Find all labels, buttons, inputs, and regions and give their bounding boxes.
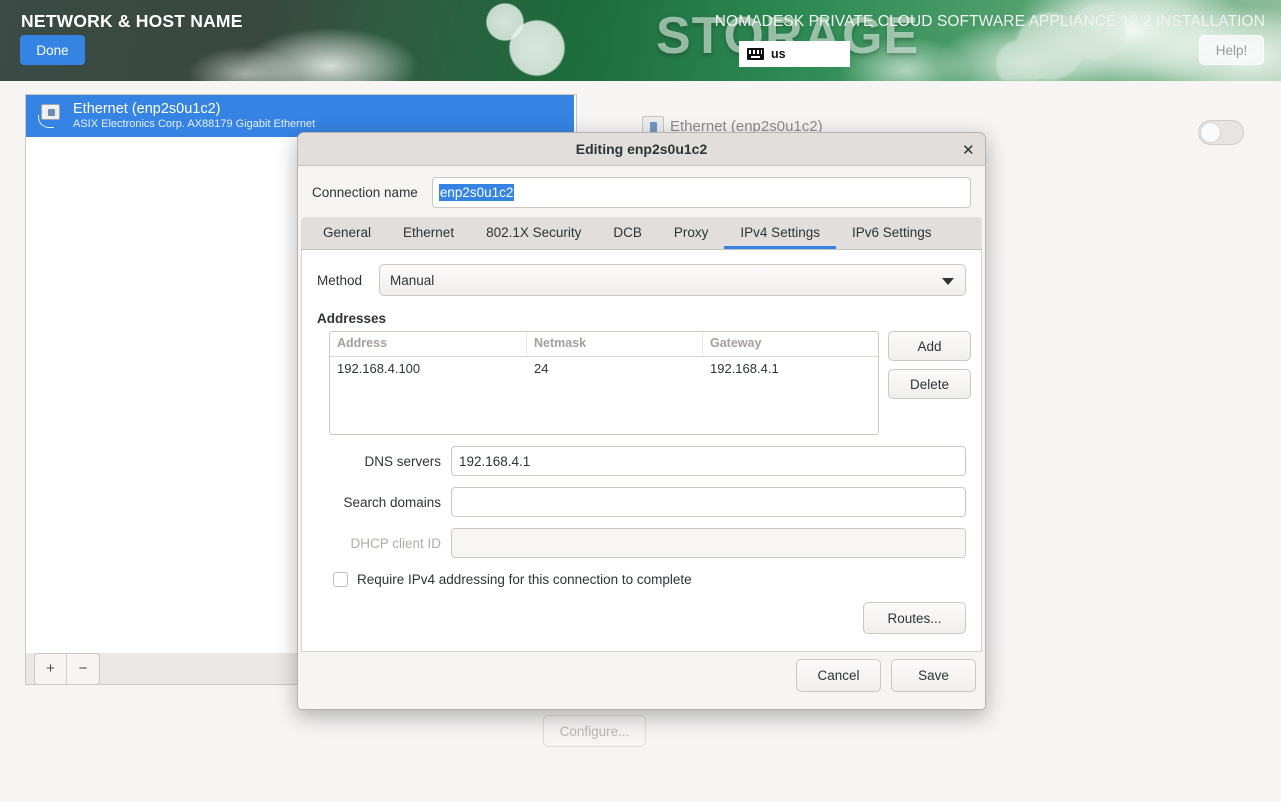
configure-button[interactable]: Configure...: [543, 715, 646, 747]
column-header-gateway: Gateway: [710, 336, 762, 350]
close-icon[interactable]: ✕: [956, 140, 975, 159]
connection-name-value: enp2s0u1c2: [438, 184, 515, 201]
installer-banner: STORAGE NETWORK & HOST NAME NOMADESK PRI…: [0, 0, 1281, 81]
keyboard-layout-indicator[interactable]: us: [739, 41, 850, 67]
dialog-title: Editing enp2s0u1c2: [575, 141, 708, 157]
column-header-netmask: Netmask: [527, 332, 703, 356]
method-row: Method Manual: [302, 250, 981, 296]
routes-button[interactable]: Routes...: [863, 602, 966, 634]
ethernet-icon: [38, 103, 63, 129]
dialog-titlebar: Editing enp2s0u1c2 ✕: [298, 133, 985, 166]
page-title: NETWORK & HOST NAME: [21, 11, 243, 31]
tab-ethernet[interactable]: Ethernet: [387, 217, 470, 249]
dhcp-client-id-row: DHCP client ID: [302, 528, 981, 558]
method-select[interactable]: Manual: [379, 264, 966, 296]
addresses-heading: Addresses: [317, 311, 387, 326]
edit-connection-dialog: Editing enp2s0u1c2 ✕ Connection name enp…: [297, 132, 986, 710]
require-ipv4-row[interactable]: Require IPv4 addressing for this connect…: [302, 572, 981, 587]
tab-general[interactable]: General: [307, 217, 387, 249]
cancel-button[interactable]: Cancel: [796, 658, 881, 692]
addresses-area: Address Netmask Gateway 192.168.4.100 24…: [302, 331, 981, 435]
tab-dcb[interactable]: DCB: [597, 217, 658, 249]
tab-proxy[interactable]: Proxy: [658, 217, 725, 249]
device-name: Ethernet (enp2s0u1c2): [73, 101, 221, 118]
connection-name-row: Connection name enp2s0u1c2: [298, 166, 985, 217]
addresses-buttons: Add Delete: [888, 331, 971, 435]
add-device-button[interactable]: +: [35, 653, 67, 684]
connection-name-label: Connection name: [312, 185, 418, 200]
bottom-spacer: [0, 786, 1281, 802]
method-label: Method: [317, 272, 363, 288]
search-domains-input[interactable]: [451, 487, 966, 517]
dialog-footer: Cancel Save: [298, 641, 985, 709]
add-address-button[interactable]: Add: [888, 331, 971, 361]
dns-servers-label: DNS servers: [364, 453, 441, 469]
dhcp-client-id-input: [451, 528, 966, 558]
addresses-table[interactable]: Address Netmask Gateway 192.168.4.100 24…: [329, 331, 879, 435]
column-header-address: Address: [330, 332, 527, 356]
routes-row: Routes...: [302, 602, 981, 634]
delete-address-button[interactable]: Delete: [888, 369, 971, 399]
search-domains-row: Search domains: [302, 487, 981, 517]
keyboard-layout-label: us: [771, 47, 786, 61]
dialog-tabbar: General Ethernet 802.1X Security DCB Pro…: [301, 217, 982, 250]
save-button[interactable]: Save: [891, 658, 976, 692]
toggle-knob: [1200, 122, 1221, 143]
chevron-down-icon: [942, 278, 954, 285]
tab-8021x-security[interactable]: 802.1X Security: [470, 217, 597, 249]
cell-gateway: 192.168.4.1: [710, 361, 779, 376]
addresses-table-header: Address Netmask Gateway: [330, 332, 878, 357]
cell-address: 192.168.4.100: [337, 361, 421, 376]
cell-netmask: 24: [534, 361, 549, 376]
tab-ipv4-settings[interactable]: IPv4 Settings: [724, 217, 836, 249]
dhcp-client-id-label: DHCP client ID: [350, 535, 441, 551]
installer-subtitle: NOMADESK PRIVATE CLOUD SOFTWARE APPLIANC…: [714, 13, 1265, 30]
require-ipv4-label: Require IPv4 addressing for this connect…: [357, 572, 692, 587]
remove-device-button[interactable]: −: [67, 653, 99, 684]
search-domains-label: Search domains: [343, 494, 441, 510]
help-button[interactable]: Help!: [1199, 35, 1264, 65]
ipv4-settings-page: Method Manual Addresses Address Netmask …: [301, 250, 982, 652]
tab-ipv6-settings[interactable]: IPv6 Settings: [836, 217, 948, 249]
dns-servers-input[interactable]: [451, 446, 966, 476]
dns-servers-row: DNS servers: [302, 446, 981, 476]
list-item[interactable]: Ethernet (enp2s0u1c2) ASIX Electronics C…: [26, 95, 574, 137]
require-ipv4-checkbox[interactable]: [333, 572, 348, 587]
method-value: Manual: [390, 272, 435, 288]
table-row[interactable]: 192.168.4.100 24 192.168.4.1: [330, 357, 878, 382]
connection-name-input[interactable]: enp2s0u1c2: [431, 177, 971, 208]
device-description: ASIX Electronics Corp. AX88179 Gigabit E…: [73, 118, 316, 131]
done-button[interactable]: Done: [20, 35, 85, 65]
installer-screen: STORAGE NETWORK & HOST NAME NOMADESK PRI…: [0, 0, 1281, 802]
keyboard-icon: [747, 48, 764, 60]
device-enable-toggle[interactable]: [1198, 120, 1244, 145]
